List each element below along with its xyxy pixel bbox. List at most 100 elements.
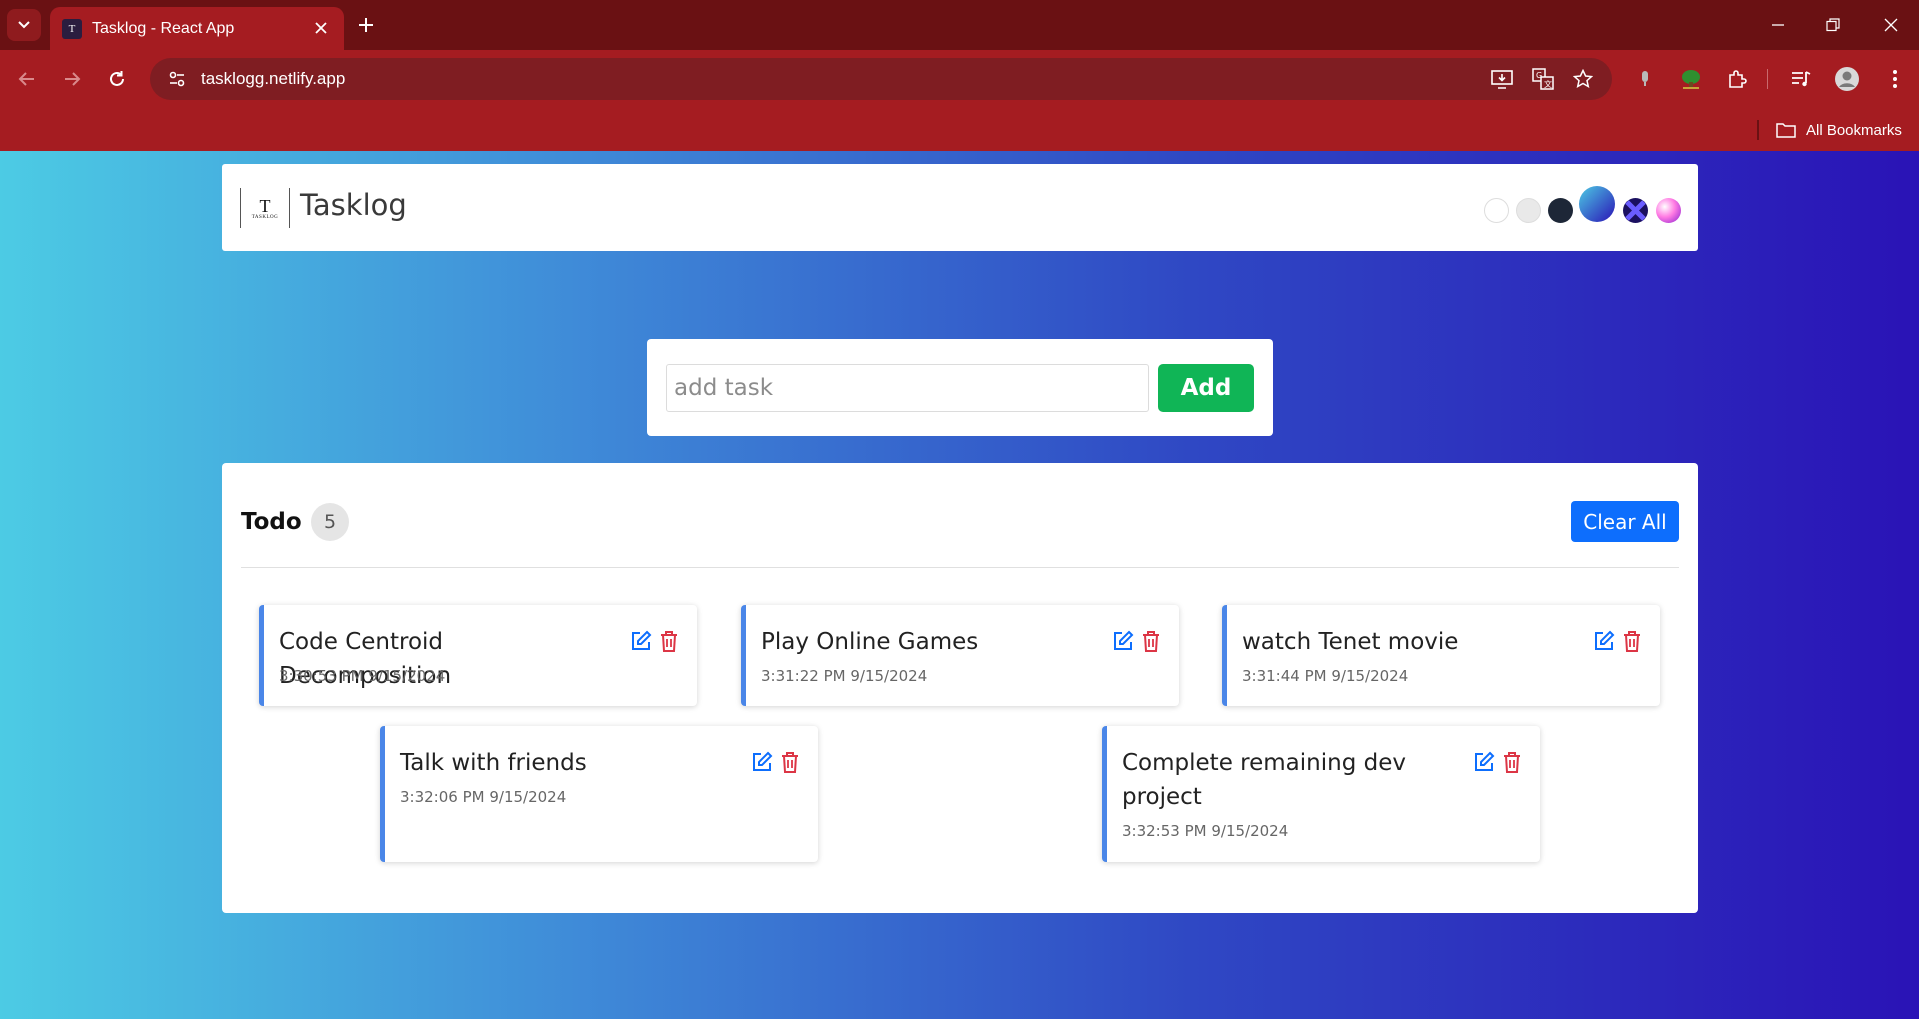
- browser-menu-button[interactable]: [1880, 64, 1910, 94]
- svg-text:文: 文: [1544, 79, 1552, 89]
- address-bar[interactable]: tasklogg.netlify.app G文: [150, 58, 1612, 100]
- task-timestamp: 3:31:22 PM 9/15/2024: [761, 667, 928, 685]
- app-header: T TASKLOG Tasklog: [222, 164, 1698, 251]
- edit-task-button[interactable]: [1592, 629, 1616, 653]
- plus-icon: [359, 18, 373, 32]
- extension-tree-button[interactable]: [1676, 64, 1706, 94]
- tab-search-button[interactable]: [7, 9, 41, 41]
- reload-icon: [110, 71, 124, 86]
- clear-all-button[interactable]: Clear All: [1571, 501, 1679, 542]
- edit-task-button[interactable]: [750, 750, 774, 774]
- delete-task-button[interactable]: [1139, 629, 1163, 653]
- task-timestamp: 3:30:53 PM 9/15/2024: [279, 667, 446, 685]
- reload-button[interactable]: [102, 64, 132, 94]
- playlist-icon: [1792, 71, 1811, 87]
- task-card: Complete remaining dev project 3:32:53 P…: [1102, 726, 1540, 862]
- arrow-left-icon: [18, 72, 34, 86]
- delete-task-button[interactable]: [1500, 750, 1524, 774]
- edit-icon: [1475, 751, 1495, 771]
- media-control-button[interactable]: [1786, 64, 1816, 94]
- puzzle-icon: [1729, 70, 1747, 88]
- site-info-button[interactable]: [163, 65, 191, 93]
- todo-title: Todo: [241, 509, 302, 535]
- edit-icon: [753, 751, 773, 771]
- edit-task-button[interactable]: [629, 629, 653, 653]
- new-tab-button[interactable]: [353, 12, 379, 38]
- all-bookmarks-label: All Bookmarks: [1806, 121, 1902, 139]
- logo-letter: T: [259, 195, 271, 216]
- avatar-icon: [1835, 67, 1859, 91]
- all-bookmarks-button[interactable]: All Bookmarks: [1776, 118, 1902, 142]
- translate-button[interactable]: G文: [1530, 66, 1556, 92]
- trash-icon: [1504, 752, 1520, 773]
- profile-button[interactable]: [1832, 64, 1862, 94]
- restore-button[interactable]: [1813, 10, 1853, 40]
- delete-task-button[interactable]: [657, 629, 681, 653]
- minimize-button[interactable]: [1758, 10, 1798, 40]
- page-background: TTASKLOG Tasklog Add Todo 5 Clear All Co…: [0, 151, 1919, 1019]
- task-timestamp: 3:31:44 PM 9/15/2024: [1242, 667, 1409, 685]
- app-brand-title: Tasklog: [300, 188, 407, 222]
- tab-title: Tasklog - React App: [92, 19, 235, 37]
- browser-tab-active[interactable]: T Tasklog - React App: [50, 7, 344, 50]
- edit-task-button[interactable]: [1111, 629, 1135, 653]
- tune-icon: [169, 71, 185, 87]
- add-task-form: Add: [647, 339, 1273, 436]
- theme-white-button[interactable]: [1484, 198, 1509, 223]
- add-task-button[interactable]: Add: [1158, 364, 1254, 412]
- task-card: Code Centroid Decomposition 3:30:53 PM 9…: [259, 605, 697, 706]
- svg-text:G: G: [1536, 71, 1542, 80]
- bookmark-star-button[interactable]: [1570, 66, 1596, 92]
- delete-task-button[interactable]: [1620, 629, 1644, 653]
- theme-pink-sphere-button[interactable]: [1656, 198, 1681, 223]
- forward-button[interactable]: [57, 64, 87, 94]
- trash-icon: [1624, 631, 1640, 652]
- edit-icon: [1114, 630, 1134, 650]
- back-button[interactable]: [12, 64, 42, 94]
- tab-close-button[interactable]: [310, 17, 332, 39]
- install-app-icon: [1491, 70, 1513, 89]
- theme-blue-gradient-button[interactable]: [1579, 186, 1615, 222]
- close-icon: [315, 22, 327, 34]
- edit-icon: [1595, 630, 1615, 650]
- theme-purple-x-button[interactable]: [1623, 198, 1648, 223]
- star-icon: [1573, 69, 1593, 88]
- theme-dark-navy-button[interactable]: [1548, 198, 1573, 223]
- task-text: Play Online Games: [761, 629, 979, 655]
- add-task-input[interactable]: [666, 364, 1149, 412]
- todo-divider: [241, 567, 1679, 568]
- task-text: Complete remaining dev project: [1122, 750, 1406, 810]
- bookmarks-separator: [1757, 120, 1759, 140]
- tree-icon: [1682, 70, 1700, 89]
- install-app-button[interactable]: [1489, 66, 1515, 92]
- microphone-icon: [1642, 71, 1648, 86]
- task-timestamp: 3:32:06 PM 9/15/2024: [400, 788, 567, 806]
- logo-small-text: TASKLOG: [251, 214, 279, 220]
- theme-light-gray-button[interactable]: [1516, 198, 1541, 223]
- browser-toolbar: tasklogg.netlify.app G文: [0, 50, 1919, 108]
- url-text: tasklogg.netlify.app: [201, 69, 346, 88]
- minimize-icon: [1772, 24, 1784, 26]
- browser-chrome: T Tasklog - React App tasklogg.netlify.a…: [0, 0, 1919, 151]
- close-window-button[interactable]: [1871, 10, 1911, 40]
- delete-task-button[interactable]: [778, 750, 802, 774]
- folder-icon: [1776, 123, 1796, 138]
- todo-panel: Todo 5 Clear All Code Centroid Decomposi…: [222, 463, 1698, 913]
- app-logo: T TASKLOG: [240, 188, 290, 228]
- toolbar-divider: [1767, 69, 1768, 89]
- translate-icon: G文: [1532, 68, 1554, 90]
- task-text: watch Tenet movie: [1242, 629, 1459, 655]
- todo-count-badge: 5: [311, 503, 349, 541]
- extensions-button[interactable]: [1722, 64, 1752, 94]
- bookmarks-bar: All Bookmarks: [0, 108, 1919, 151]
- close-icon: [1884, 18, 1898, 32]
- edit-task-button[interactable]: [1472, 750, 1496, 774]
- task-card: watch Tenet movie 3:31:44 PM 9/15/2024: [1222, 605, 1660, 706]
- task-card: Play Online Games 3:31:22 PM 9/15/2024: [741, 605, 1179, 706]
- more-vertical-icon: [1893, 70, 1897, 88]
- tab-strip: T Tasklog - React App: [0, 0, 1919, 50]
- task-card: Talk with friends 3:32:06 PM 9/15/2024: [380, 726, 818, 862]
- task-timestamp: 3:32:53 PM 9/15/2024: [1122, 822, 1289, 840]
- extension-mic-button[interactable]: [1630, 64, 1660, 94]
- trash-icon: [1143, 631, 1159, 652]
